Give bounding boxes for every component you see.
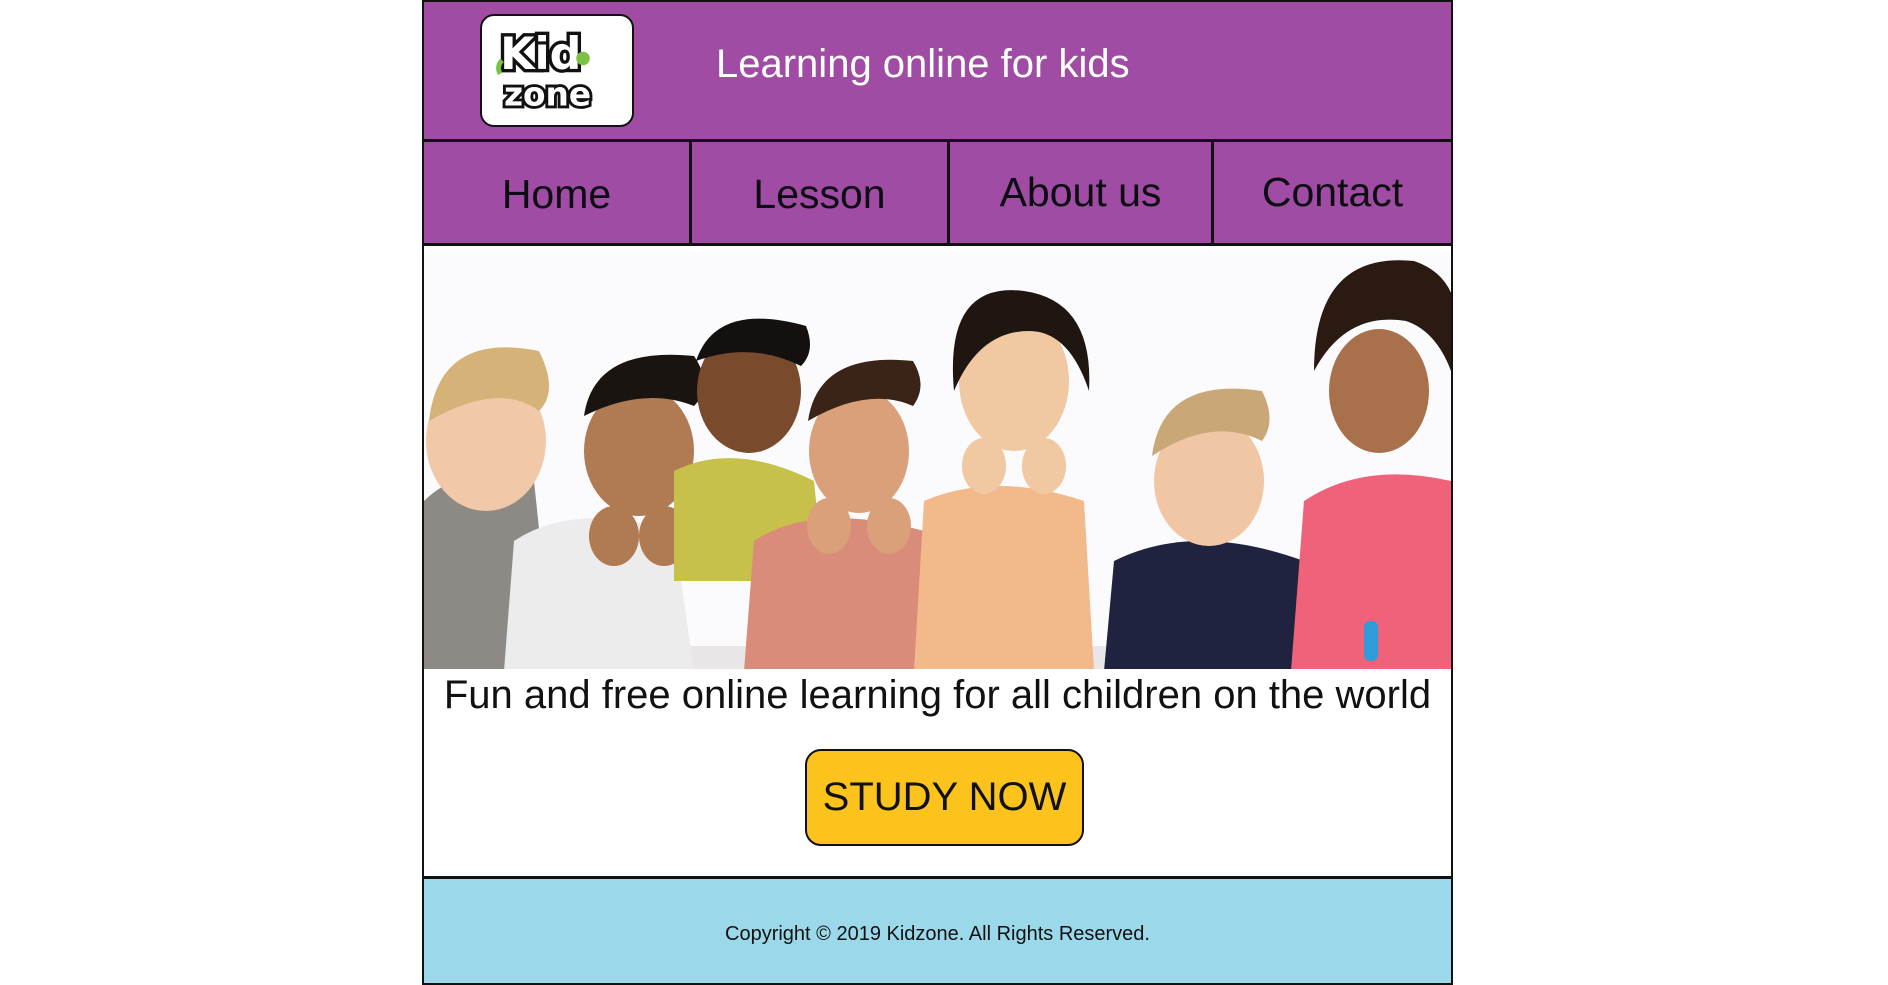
children-group-illustration <box>424 251 1451 669</box>
nav-item-home[interactable]: Home <box>424 142 692 243</box>
logo-dot-icon <box>576 51 590 66</box>
study-now-button[interactable]: STUDY NOW <box>805 749 1084 846</box>
nav-item-lesson[interactable]: Lesson <box>692 142 950 243</box>
site-footer: Copyright © 2019 Kidzone. All Rights Res… <box>424 876 1451 983</box>
wristband <box>1364 621 1378 661</box>
site-header: Kid zone Learning online for kids <box>424 2 1451 142</box>
page-frame: Kid zone Learning online for kids Home L… <box>422 0 1453 985</box>
nav-item-about-us[interactable]: About us <box>950 142 1214 243</box>
logo-graphic: Kid zone <box>496 26 594 117</box>
kidzone-logo[interactable]: Kid zone <box>480 14 634 127</box>
logo-word-zone: zone <box>504 76 591 114</box>
logo-word-kid: Kid <box>500 29 581 80</box>
nav-item-contact[interactable]: Contact <box>1214 142 1451 243</box>
main-nav: Home Lesson About us Contact <box>424 142 1451 246</box>
hero-headline: Fun and free online learning for all chi… <box>443 673 1432 717</box>
hero-image <box>424 251 1451 669</box>
copyright-text: Copyright © 2019 Kidzone. All Rights Res… <box>725 922 1150 945</box>
site-tagline: Learning online for kids <box>716 42 1130 86</box>
